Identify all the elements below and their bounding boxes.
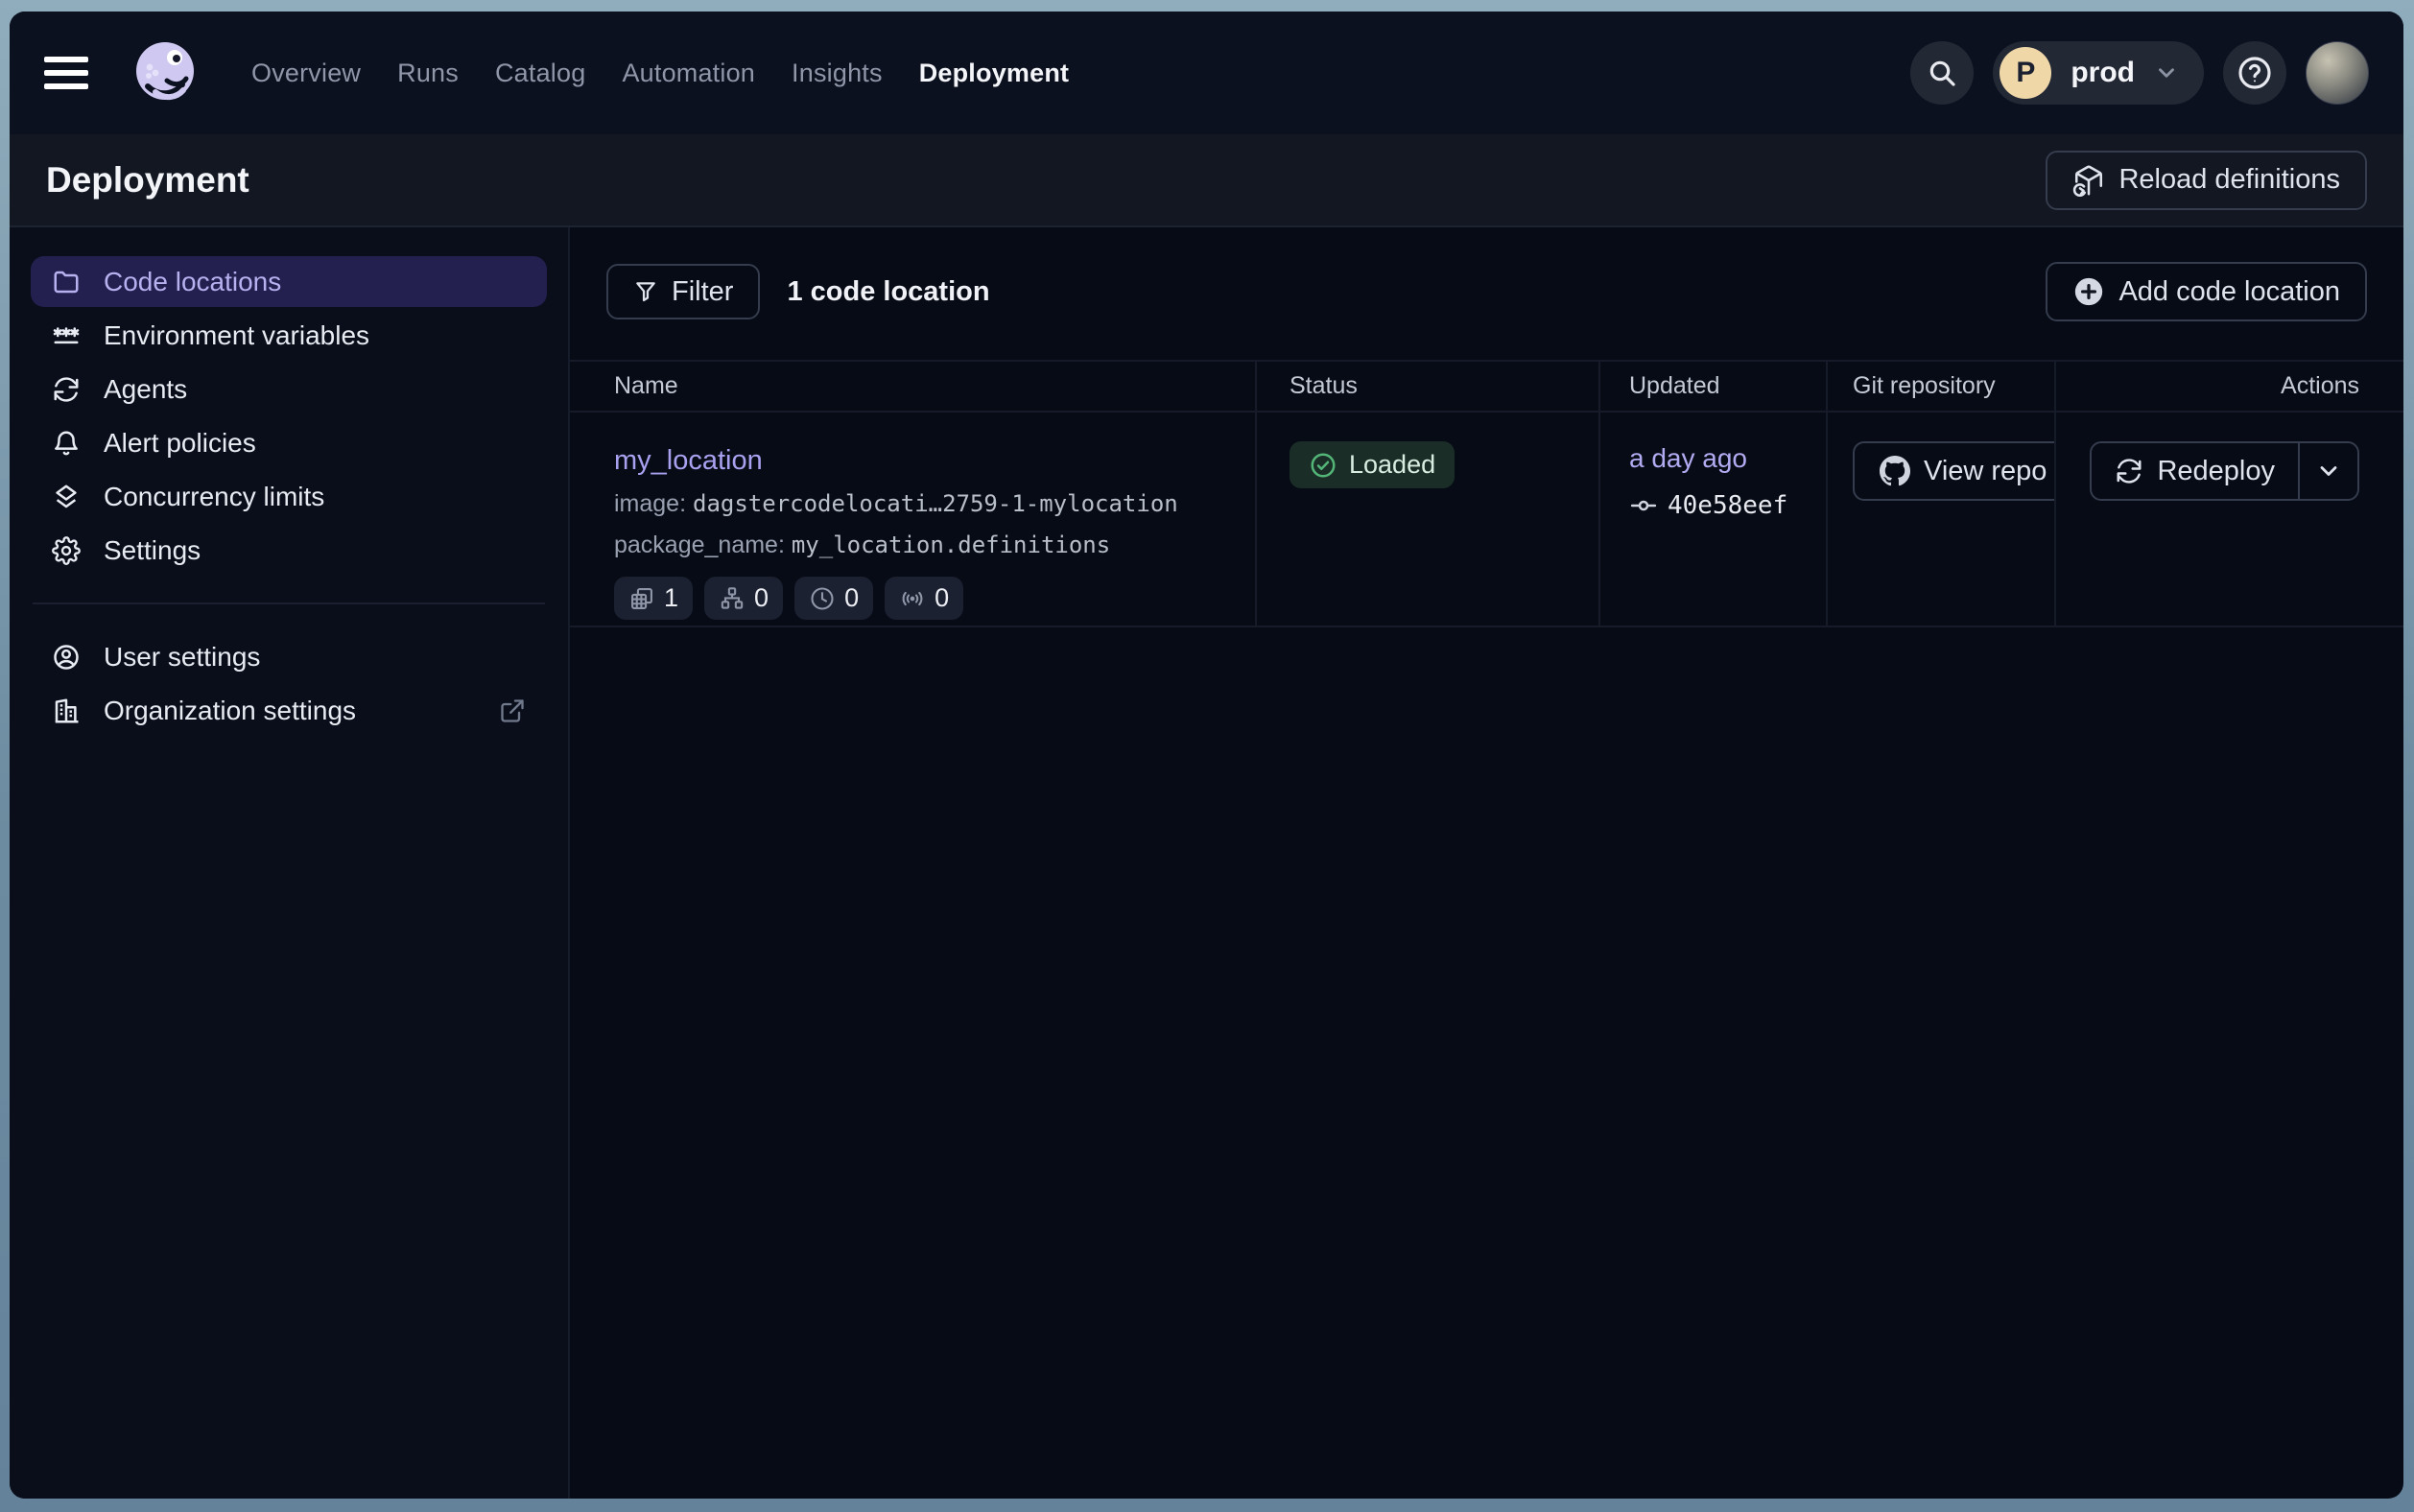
top-nav: Overview Runs Catalog Automation Insight… bbox=[10, 12, 2403, 134]
toolbar: Filter 1 code location Add code location bbox=[570, 262, 2403, 321]
definition-badges: 1 0 bbox=[614, 577, 1255, 620]
nav-automation[interactable]: Automation bbox=[622, 59, 755, 88]
git-repo-cell: View repo bbox=[1826, 413, 2054, 626]
layers-icon bbox=[52, 483, 81, 511]
nav-deployment[interactable]: Deployment bbox=[919, 59, 1070, 88]
check-circle-icon bbox=[1309, 451, 1337, 480]
reload-definitions-button[interactable]: Reload definitions bbox=[2046, 151, 2367, 210]
env-vars-icon bbox=[52, 321, 81, 350]
col-updated: Updated bbox=[1598, 362, 1826, 411]
tables-icon bbox=[628, 585, 655, 612]
environment-name: prod bbox=[2071, 57, 2135, 89]
help-icon bbox=[2236, 54, 2274, 92]
redeploy-button[interactable]: Redeploy bbox=[2092, 443, 2298, 499]
external-link-icon bbox=[499, 697, 526, 724]
package-line: package_name: my_location.definitions bbox=[614, 532, 1255, 559]
nav-catalog[interactable]: Catalog bbox=[495, 59, 585, 88]
status-badge: Loaded bbox=[1290, 441, 1455, 488]
dagster-logo[interactable] bbox=[129, 36, 201, 109]
commit-icon bbox=[1629, 491, 1658, 520]
redeploy-split-button: Redeploy bbox=[2090, 441, 2359, 501]
environment-switcher[interactable]: P prod bbox=[1993, 41, 2204, 105]
environment-initial: P bbox=[2000, 47, 2051, 99]
sidebar-item-code-locations[interactable]: Code locations bbox=[31, 256, 547, 307]
chevron-down-icon bbox=[2154, 60, 2179, 85]
filter-icon bbox=[633, 279, 658, 304]
col-name: Name bbox=[570, 362, 1255, 411]
actions-cell: Redeploy bbox=[2054, 413, 2403, 626]
col-status: Status bbox=[1255, 362, 1598, 411]
name-cell: my_location image: dagstercodelocati…275… bbox=[570, 413, 1255, 626]
reload-cube-icon bbox=[2072, 164, 2105, 197]
filter-button[interactable]: Filter bbox=[606, 264, 760, 319]
menu-icon[interactable] bbox=[44, 57, 88, 89]
sidebar: Code locations Environment variables bbox=[10, 227, 570, 1499]
sidebar-item-environment-variables[interactable]: Environment variables bbox=[31, 310, 547, 361]
graph-icon bbox=[719, 585, 746, 612]
chevron-down-icon bbox=[2315, 458, 2342, 484]
folder-icon bbox=[52, 268, 81, 296]
primary-nav: Overview Runs Catalog Automation Insight… bbox=[251, 59, 1069, 88]
commit-line: 40e58eef bbox=[1629, 491, 1826, 520]
github-icon bbox=[1880, 456, 1910, 486]
redeploy-menu-button[interactable] bbox=[2298, 443, 2357, 499]
code-location-count: 1 code location bbox=[787, 276, 989, 308]
bell-icon bbox=[52, 429, 81, 458]
plus-circle-icon bbox=[2072, 275, 2105, 308]
gear-icon bbox=[52, 536, 81, 565]
page-title: Deployment bbox=[46, 160, 249, 201]
col-git-repository: Git repository bbox=[1826, 362, 2054, 411]
sidebar-divider bbox=[33, 602, 545, 604]
app-window: Overview Runs Catalog Automation Insight… bbox=[10, 12, 2403, 1499]
clock-icon bbox=[809, 585, 836, 612]
sidebar-item-organization-settings[interactable]: Organization settings bbox=[31, 685, 547, 736]
add-code-location-button[interactable]: Add code location bbox=[2046, 262, 2367, 321]
updated-time-link[interactable]: a day ago bbox=[1629, 443, 1747, 474]
status-cell: Loaded bbox=[1255, 413, 1598, 626]
nav-right-cluster: P prod bbox=[1910, 41, 2369, 105]
main-content: Filter 1 code location Add code location… bbox=[570, 227, 2403, 1499]
sidebar-item-agents[interactable]: Agents bbox=[31, 364, 547, 414]
page-header: Deployment Reload definitions bbox=[10, 134, 2403, 227]
search-icon bbox=[1927, 58, 1957, 88]
nav-overview[interactable]: Overview bbox=[251, 59, 361, 88]
code-location-link[interactable]: my_location bbox=[614, 445, 763, 477]
sidebar-item-user-settings[interactable]: User settings bbox=[31, 631, 547, 682]
sidebar-item-concurrency-limits[interactable]: Concurrency limits bbox=[31, 471, 547, 522]
image-line: image: dagstercodelocati…2759-1-mylocati… bbox=[614, 490, 1255, 518]
view-repo-button[interactable]: View repo bbox=[1853, 441, 2054, 501]
nav-insights[interactable]: Insights bbox=[792, 59, 883, 88]
redeploy-refresh-icon bbox=[2115, 457, 2143, 485]
user-avatar[interactable] bbox=[2306, 41, 2369, 105]
user-circle-icon bbox=[52, 643, 81, 672]
col-actions: Actions bbox=[2054, 362, 2403, 411]
schedules-badge[interactable]: 0 bbox=[794, 577, 873, 620]
help-button[interactable] bbox=[2223, 41, 2286, 105]
tables-badge[interactable]: 1 bbox=[614, 577, 693, 620]
code-locations-table: Name Status Updated Git repository Actio… bbox=[570, 360, 2403, 627]
table-row: my_location image: dagstercodelocati…275… bbox=[570, 413, 2403, 627]
search-button[interactable] bbox=[1910, 41, 1974, 105]
agents-refresh-icon bbox=[52, 375, 81, 404]
table-header: Name Status Updated Git repository Actio… bbox=[570, 360, 2403, 413]
sensor-icon bbox=[899, 585, 926, 612]
updated-cell: a day ago 40e58eef bbox=[1598, 413, 1826, 626]
sensors-badge[interactable]: 0 bbox=[885, 577, 963, 620]
building-icon bbox=[52, 697, 81, 725]
nav-runs[interactable]: Runs bbox=[397, 59, 459, 88]
sidebar-item-alert-policies[interactable]: Alert policies bbox=[31, 417, 547, 468]
graphs-badge[interactable]: 0 bbox=[704, 577, 783, 620]
sidebar-item-settings[interactable]: Settings bbox=[31, 525, 547, 576]
